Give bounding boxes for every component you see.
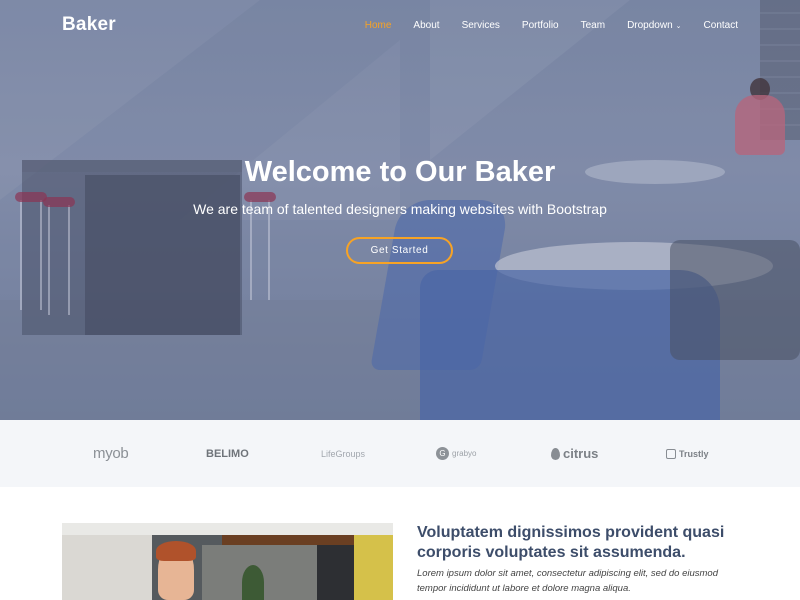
chevron-down-icon: ⌄ (675, 22, 682, 30)
about-title: Voluptatem dignissimos provident quasi c… (417, 524, 725, 561)
get-started-button[interactable]: Get Started (346, 237, 453, 264)
about-image-plant (242, 565, 264, 600)
client-logo-grabyo[interactable]: Ggrabyo (436, 420, 476, 487)
client-logo-text: Trustly (679, 448, 709, 459)
about-image-doorway (317, 545, 357, 600)
navbar: Baker Home About Services Portfolio Team… (0, 0, 800, 52)
nav-item-contact[interactable]: Contact (704, 20, 738, 31)
logo[interactable]: Baker (62, 14, 116, 36)
client-logo-text: grabyo (452, 449, 477, 458)
nav-item-services[interactable]: Services (462, 20, 500, 31)
client-logo-text: citrus (563, 446, 599, 461)
about-text: Lorem ipsum dolor sit amet, consectetur … (417, 568, 718, 594)
hero-section: Baker Home About Services Portfolio Team… (0, 0, 800, 420)
grabyo-mark-icon: G (436, 447, 449, 460)
nav-item-about[interactable]: About (413, 20, 439, 31)
trustly-mark-icon (666, 448, 676, 459)
client-logo-lifegroups[interactable]: LifeGroups (321, 420, 365, 487)
nav-item-team[interactable]: Team (581, 20, 605, 31)
about-image (62, 523, 393, 600)
about-image-ceiling (62, 523, 393, 535)
nav-item-home[interactable]: Home (365, 20, 392, 31)
nav-item-label: Portfolio (521, 20, 559, 31)
about-image-yellow-wall (354, 535, 393, 600)
nav-item-portfolio[interactable]: Portfolio (522, 20, 559, 31)
client-logo-trustly[interactable]: Trustly (666, 420, 709, 487)
main-nav: Home About Services Portfolio Team Dropd… (343, 20, 738, 31)
client-logo-text: LifeGroups (321, 448, 366, 459)
nav-item-label: Team (580, 20, 606, 31)
about-image-person-hair (156, 541, 196, 561)
about-image-wall (62, 535, 152, 600)
nav-item-dropdown[interactable]: Dropdown ⌄ (627, 20, 681, 31)
client-logo-text: myob (93, 445, 129, 462)
nav-item-label: Contact (703, 20, 738, 31)
client-logo-belimo[interactable]: BELIMO (206, 420, 249, 487)
nav-item-label: Home (364, 20, 392, 31)
nav-item-label: Dropdown (627, 20, 673, 31)
clients-strip: myob BELIMO LifeGroups Ggrabyo citrus Tr… (0, 420, 800, 487)
client-logo-text: BELIMO (206, 447, 249, 460)
nav-item-label: About (413, 20, 440, 31)
hero-title: Welcome to Our Baker (244, 156, 556, 188)
citrus-leaf-icon (551, 447, 560, 460)
client-logo-citrus[interactable]: citrus (551, 420, 598, 487)
nav-item-label: Services (461, 20, 500, 31)
hero-subtitle: We are team of talented designers making… (193, 201, 607, 217)
client-logo-myob[interactable]: myob (93, 420, 129, 487)
